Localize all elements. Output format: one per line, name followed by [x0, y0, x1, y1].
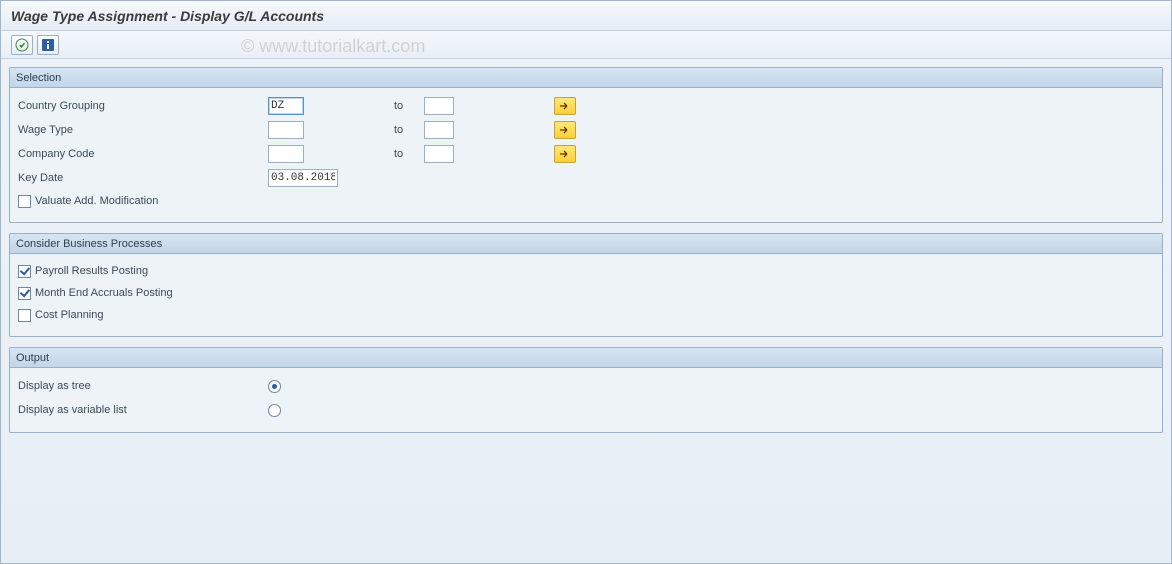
label-to-1: to [394, 100, 424, 112]
content-area: Selection Country Grouping to Wage Type … [1, 59, 1171, 451]
label-country-grouping: Country Grouping [18, 100, 268, 112]
group-processes-body: Payroll Results Posting Month End Accrua… [10, 254, 1162, 336]
row-wage-type: Wage Type to [18, 118, 1154, 142]
title-bar: Wage Type Assignment - Display G/L Accou… [1, 1, 1171, 31]
multiple-selection-company-code[interactable] [554, 145, 576, 163]
group-output-header: Output [10, 348, 1162, 368]
label-company-code: Company Code [18, 148, 268, 160]
execute-button[interactable] [11, 35, 33, 55]
multiple-selection-country-grouping[interactable] [554, 97, 576, 115]
label-cost: Cost Planning [35, 309, 104, 321]
input-country-grouping-to[interactable] [424, 97, 454, 115]
label-to-3: to [394, 148, 424, 160]
info-button[interactable] [37, 35, 59, 55]
group-processes-header: Consider Business Processes [10, 234, 1162, 254]
execute-icon [15, 38, 29, 52]
arrow-right-icon [559, 125, 571, 135]
input-wage-type-to[interactable] [424, 121, 454, 139]
checkbox-payroll[interactable] [18, 265, 31, 278]
group-output: Output Display as tree Display as variab… [9, 347, 1163, 433]
row-display-list: Display as variable list [18, 398, 1154, 422]
label-valuate-add-mod: Valuate Add. Modification [35, 195, 158, 207]
label-display-tree: Display as tree [18, 380, 268, 392]
multiple-selection-wage-type[interactable] [554, 121, 576, 139]
input-company-code-to[interactable] [424, 145, 454, 163]
row-key-date: Key Date [18, 166, 1154, 190]
radio-display-list[interactable] [268, 404, 281, 417]
row-cost: Cost Planning [18, 304, 1154, 326]
label-accruals: Month End Accruals Posting [35, 287, 173, 299]
radio-display-tree[interactable] [268, 380, 281, 393]
group-processes: Consider Business Processes Payroll Resu… [9, 233, 1163, 337]
label-wage-type: Wage Type [18, 124, 268, 136]
row-display-tree: Display as tree [18, 374, 1154, 398]
row-valuate-add-mod: Valuate Add. Modification [18, 190, 1154, 212]
checkbox-cost[interactable] [18, 309, 31, 322]
input-country-grouping-from[interactable] [268, 97, 304, 115]
row-country-grouping: Country Grouping to [18, 94, 1154, 118]
input-company-code-from[interactable] [268, 145, 304, 163]
page-title: Wage Type Assignment - Display G/L Accou… [11, 8, 324, 24]
label-key-date: Key Date [18, 172, 268, 184]
info-icon [41, 38, 55, 52]
label-to-2: to [394, 124, 424, 136]
input-wage-type-from[interactable] [268, 121, 304, 139]
group-selection-header: Selection [10, 68, 1162, 88]
label-display-list: Display as variable list [18, 404, 268, 416]
arrow-right-icon [559, 149, 571, 159]
checkbox-valuate-add-mod[interactable] [18, 195, 31, 208]
row-payroll: Payroll Results Posting [18, 260, 1154, 282]
group-output-body: Display as tree Display as variable list [10, 368, 1162, 432]
arrow-right-icon [559, 101, 571, 111]
input-key-date[interactable] [268, 169, 338, 187]
toolbar [1, 31, 1171, 59]
app-window: Wage Type Assignment - Display G/L Accou… [0, 0, 1172, 564]
row-accruals: Month End Accruals Posting [18, 282, 1154, 304]
group-selection-body: Country Grouping to Wage Type to [10, 88, 1162, 222]
group-selection: Selection Country Grouping to Wage Type … [9, 67, 1163, 223]
row-company-code: Company Code to [18, 142, 1154, 166]
checkbox-accruals[interactable] [18, 287, 31, 300]
label-payroll: Payroll Results Posting [35, 265, 148, 277]
